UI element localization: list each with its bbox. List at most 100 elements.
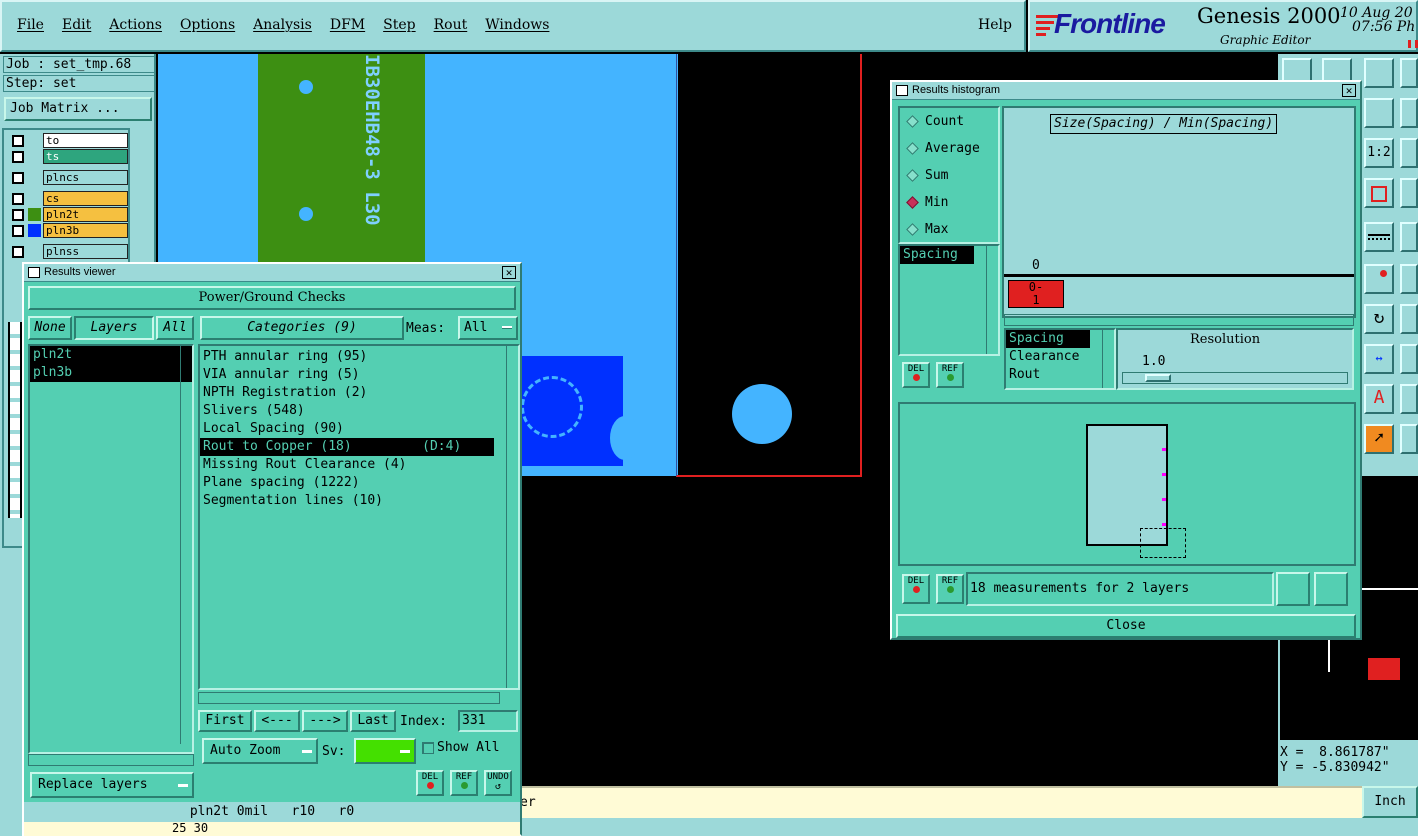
list-item[interactable]: pln3b bbox=[30, 364, 192, 382]
meas-dropdown[interactable]: All bbox=[458, 316, 518, 340]
menu-windows[interactable]: Windows bbox=[476, 17, 558, 33]
list-item[interactable]: Segmentation lines (10) bbox=[200, 492, 518, 510]
category-scrollbar[interactable] bbox=[506, 346, 518, 688]
layer-list-scrollbar[interactable] bbox=[180, 344, 194, 744]
job-matrix-button[interactable]: Job Matrix ... bbox=[4, 97, 152, 121]
menu-analysis[interactable]: Analysis bbox=[244, 17, 321, 33]
measure-list[interactable]: Spacing bbox=[898, 244, 1000, 356]
list-item[interactable]: Spacing bbox=[1006, 330, 1090, 348]
menu-options[interactable]: Options bbox=[171, 17, 244, 33]
tool-house-icon[interactable] bbox=[1364, 58, 1394, 88]
tool-extra-icon[interactable] bbox=[1400, 98, 1418, 128]
list-item-selected[interactable]: Rout to Copper (18) (D:4) bbox=[200, 438, 494, 456]
undo-button[interactable]: UNDO ↺ bbox=[484, 770, 512, 796]
all-layers-button[interactable]: All bbox=[156, 316, 194, 340]
close-icon[interactable]: ✕ bbox=[502, 266, 516, 279]
list-item[interactable]: Missing Rout Clearance (4) bbox=[200, 456, 518, 474]
next-button[interactable]: ---> bbox=[302, 710, 348, 732]
zoom-window-icon[interactable] bbox=[1314, 572, 1348, 606]
layer-row[interactable]: to bbox=[12, 133, 128, 148]
menu-rout[interactable]: Rout bbox=[425, 17, 477, 33]
list-item[interactable]: Local Spacing (90) bbox=[200, 420, 518, 438]
preview-ref-button[interactable]: REF bbox=[936, 574, 964, 604]
tool-extra-icon[interactable] bbox=[1400, 344, 1418, 374]
list-item[interactable]: pln2t bbox=[30, 346, 192, 364]
none-button[interactable]: None bbox=[28, 316, 72, 340]
measure-scrollbar[interactable] bbox=[986, 246, 998, 354]
close-icon[interactable]: ✕ bbox=[1342, 84, 1356, 97]
tool-route-icon[interactable] bbox=[1364, 178, 1394, 208]
layer-row[interactable]: ts bbox=[12, 149, 128, 164]
layer-row[interactable]: pln3b bbox=[12, 223, 128, 238]
list-item[interactable]: Clearance bbox=[1006, 348, 1114, 366]
option-min[interactable]: Min bbox=[906, 195, 948, 210]
attribute-scrollbar[interactable] bbox=[1102, 330, 1114, 388]
unit-button[interactable]: Inch bbox=[1362, 786, 1418, 818]
list-item[interactable]: Slivers (548) bbox=[200, 402, 518, 420]
tool-copy-icon[interactable] bbox=[1364, 98, 1394, 128]
sv-color-dropdown[interactable] bbox=[354, 738, 416, 764]
last-button[interactable]: Last bbox=[350, 710, 396, 732]
layer-checkboxes-more[interactable] bbox=[8, 322, 22, 518]
tool-rotate-icon[interactable]: ↻ bbox=[1364, 304, 1394, 334]
tool-extra-icon[interactable] bbox=[1400, 264, 1418, 294]
green-dot-icon bbox=[946, 374, 954, 381]
menu-file[interactable]: File bbox=[8, 17, 53, 33]
tool-extra-icon[interactable] bbox=[1400, 222, 1418, 252]
close-button[interactable]: Close bbox=[896, 614, 1356, 638]
tool-pointer-icon[interactable]: ➚ bbox=[1364, 424, 1394, 454]
zoom-fit-icon[interactable] bbox=[1276, 572, 1310, 606]
auto-zoom-dropdown[interactable]: Auto Zoom bbox=[202, 738, 318, 764]
category-list[interactable]: PTH annular ring (95) VIA annular ring (… bbox=[198, 344, 520, 690]
option-max[interactable]: Max bbox=[906, 222, 948, 237]
menu-help[interactable]: Help bbox=[978, 17, 1012, 33]
show-all-checkbox[interactable] bbox=[422, 742, 434, 754]
option-count[interactable]: Count bbox=[906, 114, 964, 129]
menu-actions[interactable]: Actions bbox=[100, 17, 171, 33]
first-button[interactable]: First bbox=[198, 710, 252, 732]
layer-row[interactable]: plncs bbox=[12, 170, 128, 185]
slider-thumb[interactable] bbox=[1145, 374, 1171, 382]
tool-extra-icon[interactable] bbox=[1400, 304, 1418, 334]
tool-extra-icon[interactable] bbox=[1400, 178, 1418, 208]
hist-ref-button[interactable]: REF bbox=[936, 362, 964, 388]
preview-del-button[interactable]: DEL bbox=[902, 574, 930, 604]
layer-row[interactable]: cs bbox=[12, 191, 128, 206]
layer-result-list[interactable]: pln2t pln3b bbox=[28, 344, 194, 754]
tool-scale-button[interactable]: 1:2 bbox=[1364, 138, 1394, 168]
tool-rout-icon[interactable]: A bbox=[1364, 384, 1394, 414]
tool-extra-icon[interactable] bbox=[1400, 384, 1418, 414]
chart-scrollbar[interactable] bbox=[1004, 314, 1354, 326]
option-sum[interactable]: Sum bbox=[906, 168, 948, 183]
results-viewer-window: Results viewer ✕ Power/Ground Checks Non… bbox=[22, 262, 522, 836]
tool-snap-icon[interactable] bbox=[1364, 264, 1394, 294]
layer-row[interactable]: pln2t bbox=[12, 207, 128, 222]
menu-edit[interactable]: Edit bbox=[53, 17, 100, 33]
tool-measure-icon[interactable]: ↔ bbox=[1364, 344, 1394, 374]
category-hscroll[interactable] bbox=[198, 692, 500, 704]
histogram-bar[interactable]: 0- 1 bbox=[1008, 280, 1064, 308]
list-item[interactable]: VIA annular ring (5) bbox=[200, 366, 518, 384]
tool-extra-icon[interactable] bbox=[1400, 424, 1418, 454]
list-item[interactable]: Spacing bbox=[900, 246, 974, 264]
tool-extra-icon[interactable] bbox=[1400, 138, 1418, 168]
list-item[interactable]: NPTH Registration (2) bbox=[200, 384, 518, 402]
resolution-slider[interactable] bbox=[1122, 372, 1348, 384]
replace-layers-dropdown[interactable]: Replace layers bbox=[30, 772, 194, 798]
menu-step[interactable]: Step bbox=[374, 17, 424, 33]
tool-ruler-icon[interactable] bbox=[1364, 222, 1394, 252]
option-average[interactable]: Average bbox=[906, 141, 980, 156]
menu-dfm[interactable]: DFM bbox=[321, 17, 374, 33]
del-button[interactable]: DEL bbox=[416, 770, 444, 796]
prev-button[interactable]: <--- bbox=[254, 710, 300, 732]
layer-row[interactable]: plnss bbox=[12, 244, 128, 259]
attribute-list[interactable]: Spacing Clearance Rout bbox=[1004, 328, 1116, 390]
list-item[interactable]: PTH annular ring (95) bbox=[200, 348, 518, 366]
ref-button[interactable]: REF bbox=[450, 770, 478, 796]
list-item[interactable]: Plane spacing (1222) bbox=[200, 474, 518, 492]
list-item[interactable]: Rout bbox=[1006, 366, 1114, 384]
layer-list-hscroll[interactable] bbox=[28, 754, 194, 766]
index-input[interactable]: 331 bbox=[458, 710, 518, 732]
tool-extra-icon[interactable] bbox=[1400, 58, 1418, 88]
hist-del-button[interactable]: DEL bbox=[902, 362, 930, 388]
